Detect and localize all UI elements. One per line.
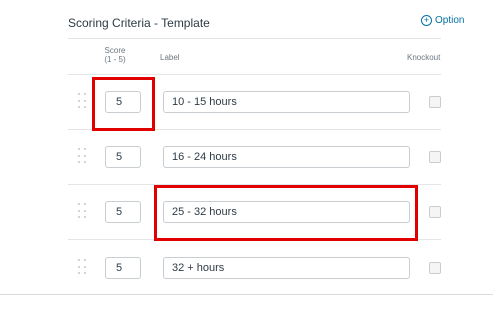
score-input[interactable] <box>105 257 141 279</box>
score-header-text: Score <box>104 46 126 55</box>
add-option-label: Option <box>435 15 465 26</box>
drag-handle-icon[interactable] <box>78 203 87 220</box>
label-input[interactable] <box>163 91 410 113</box>
score-range-text: (1 - 5) <box>104 55 126 64</box>
knockout-checkbox[interactable] <box>429 206 441 218</box>
criteria-row <box>68 240 441 295</box>
highlight-box-label <box>154 185 418 241</box>
score-input[interactable] <box>105 146 141 168</box>
add-option-button[interactable]: + Option <box>421 15 464 26</box>
column-header-knockout: Knockout <box>407 53 441 62</box>
section-bottom-border <box>0 294 493 295</box>
scoring-criteria-panel: Scoring Criteria - Template + Option Sco… <box>0 0 493 311</box>
label-input[interactable] <box>163 257 410 279</box>
column-header-score: Score (1 - 5) <box>102 46 128 64</box>
highlight-box-score <box>92 77 155 131</box>
column-header-label: Label <box>160 53 180 62</box>
drag-handle-icon[interactable] <box>78 259 87 276</box>
plus-circle-icon: + <box>421 15 432 26</box>
label-input[interactable] <box>163 146 410 168</box>
knockout-checkbox[interactable] <box>429 262 441 274</box>
knockout-checkbox[interactable] <box>429 151 441 163</box>
section-title: Scoring Criteria - Template <box>68 16 210 30</box>
knockout-checkbox[interactable] <box>429 96 441 108</box>
criteria-row <box>68 129 441 184</box>
divider <box>68 38 441 39</box>
drag-handle-icon[interactable] <box>78 148 87 165</box>
drag-handle-icon[interactable] <box>78 93 87 110</box>
score-input[interactable] <box>105 201 141 223</box>
